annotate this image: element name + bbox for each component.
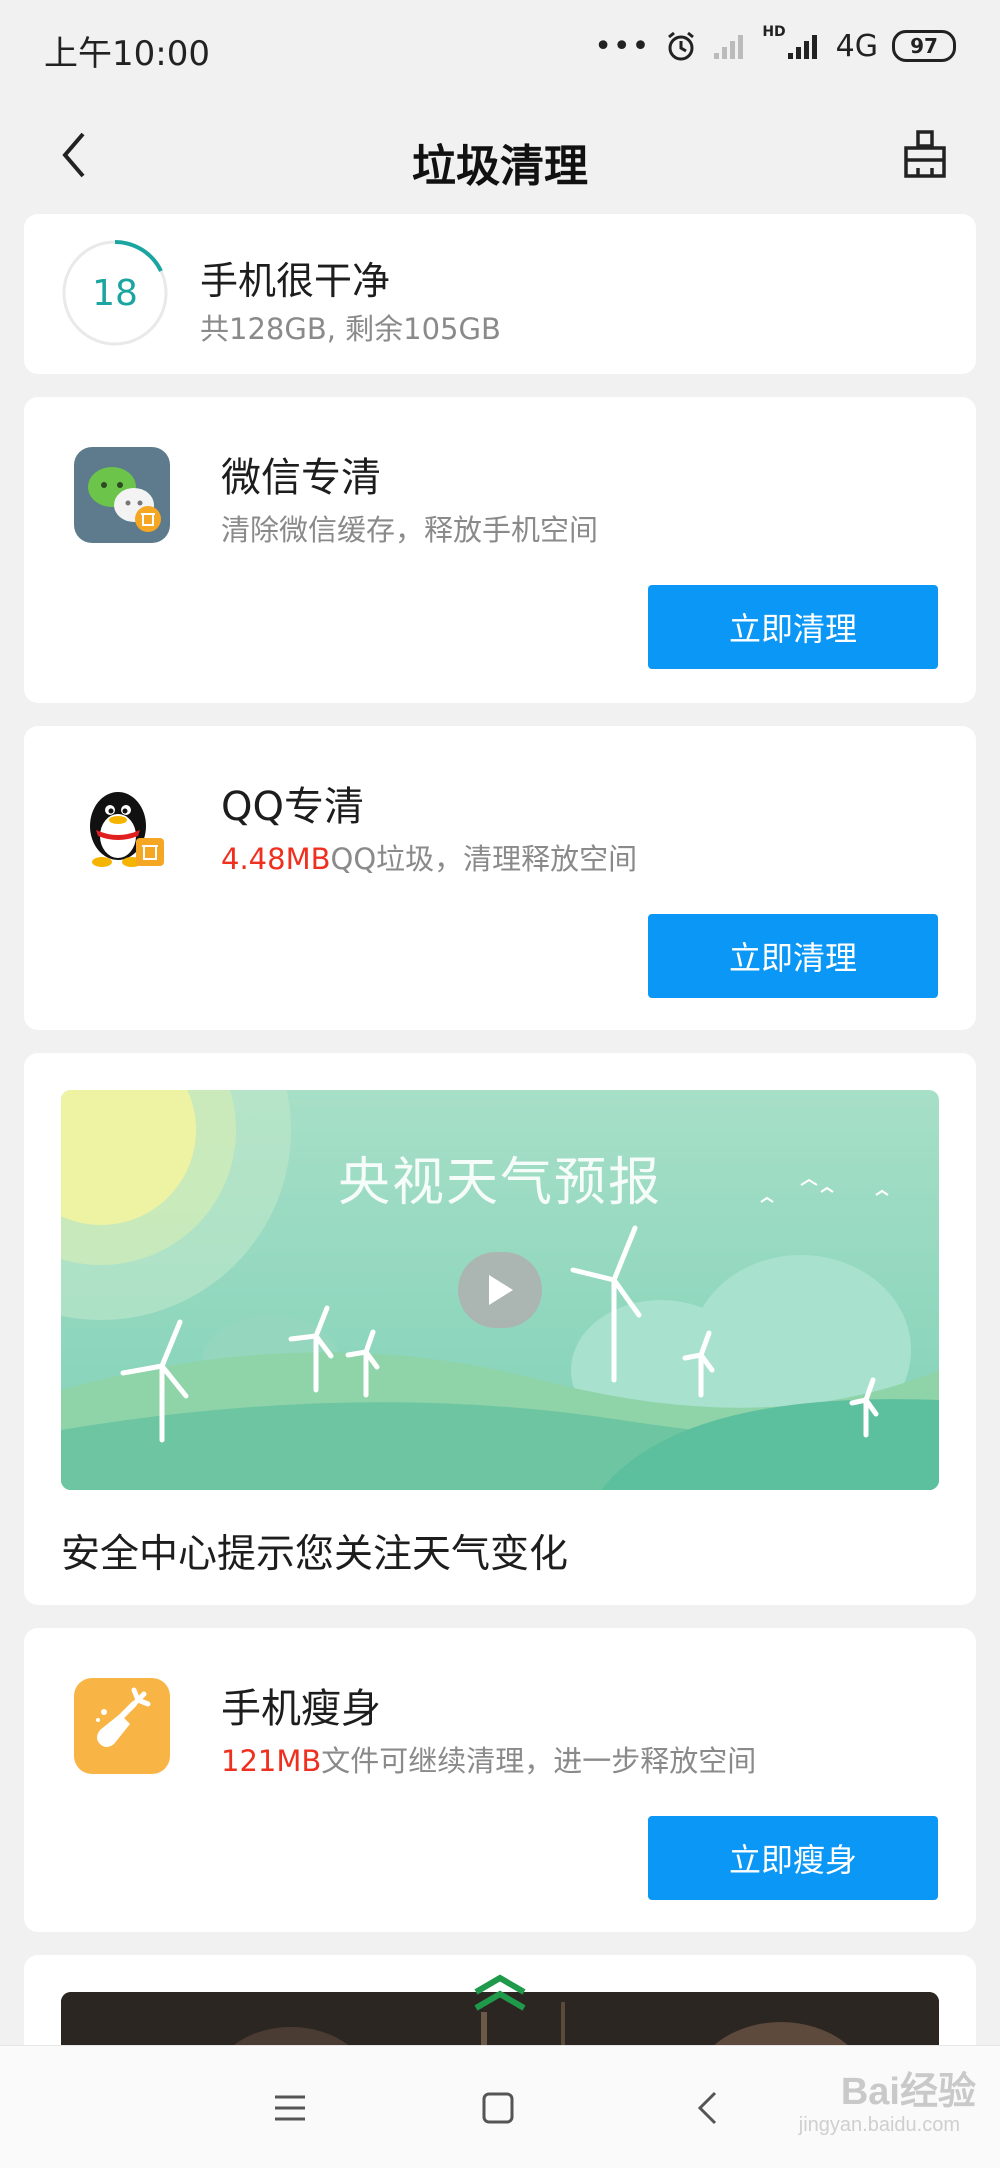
home-button[interactable] bbox=[466, 2076, 530, 2140]
slim-card-subtitle: 121MB文件可继续清理，进一步释放空间 bbox=[221, 1738, 756, 1780]
alarm-icon bbox=[668, 31, 695, 61]
baidu-watermark-url: jingyan.baidu.com bbox=[798, 2114, 960, 2136]
baidu-watermark: Bai经验 bbox=[840, 2071, 976, 2113]
video-caption: 安全中心提示您关注天气变化 bbox=[61, 1532, 569, 1577]
more-dots-icon: ••• bbox=[594, 28, 651, 64]
video-thumbnail[interactable]: 央视天气预报 bbox=[61, 1090, 939, 1490]
wechat-card-subtitle: 清除微信缓存，释放手机空间 bbox=[221, 513, 599, 547]
title-bar: 垃圾清理 bbox=[0, 90, 1000, 220]
shovel-icon bbox=[74, 1678, 170, 1774]
menu-icon bbox=[275, 2095, 305, 2121]
battery-icon: 97 bbox=[892, 30, 956, 62]
wechat-card-title: 微信专清 bbox=[221, 455, 381, 501]
scroll-up-chevron-icon[interactable] bbox=[470, 1970, 530, 2020]
wechat-clean-icon bbox=[74, 447, 170, 543]
slim-card-subtitle-text: 文件可继续清理，进一步释放空间 bbox=[321, 1744, 757, 1778]
battery-level: 97 bbox=[910, 34, 938, 58]
nav-back-button[interactable] bbox=[675, 2076, 739, 2140]
signal-strong-icon bbox=[787, 35, 817, 59]
score-value: 18 bbox=[92, 272, 138, 314]
broom-icon bbox=[904, 130, 946, 178]
play-icon bbox=[489, 1275, 513, 1305]
wechat-clean-button[interactable]: 立即清理 bbox=[648, 585, 938, 669]
nav-back-icon bbox=[697, 2091, 717, 2125]
storage-detail: 共128GB, 剩余105GB bbox=[200, 312, 501, 346]
qq-clean-button[interactable]: 立即清理 bbox=[648, 914, 938, 998]
qq-card-subtitle: 4.48MBQQ垃圾，清理释放空间 bbox=[221, 836, 637, 878]
weather-video-card[interactable]: 央视天气预报 安全中心提示您关注天气变化 bbox=[24, 1053, 976, 1605]
phone-slim-card: 手机瘦身 121MB文件可继续清理，进一步释放空间 立即瘦身 bbox=[24, 1628, 976, 1932]
network-type: 4G bbox=[835, 28, 878, 64]
status-bar: 上午10:00 ••• HD 4G 97 bbox=[0, 0, 1000, 90]
status-icons: ••• HD 4G 97 bbox=[594, 24, 956, 68]
qq-card-title: QQ专清 bbox=[221, 784, 364, 830]
play-button[interactable] bbox=[458, 1252, 542, 1328]
slim-file-amount: 121MB bbox=[221, 1744, 322, 1778]
qq-clean-icon bbox=[74, 776, 170, 872]
hd-badge: HD bbox=[762, 24, 786, 40]
menu-button[interactable] bbox=[258, 2076, 322, 2140]
signal-weak-icon bbox=[714, 35, 744, 59]
home-square-icon bbox=[482, 2092, 514, 2124]
storage-status-title: 手机很干净 bbox=[200, 259, 391, 303]
video-title: 央视天气预报 bbox=[337, 1153, 662, 1213]
broom-button[interactable] bbox=[890, 110, 960, 200]
page-title: 垃圾清理 bbox=[412, 141, 588, 192]
slim-button[interactable]: 立即瘦身 bbox=[648, 1816, 938, 1900]
slim-card-title: 手机瘦身 bbox=[221, 1686, 381, 1732]
qq-card-subtitle-text: QQ垃圾，清理释放空间 bbox=[330, 842, 638, 876]
wechat-clean-card: 微信专清 清除微信缓存，释放手机空间 立即清理 bbox=[24, 397, 976, 703]
qq-clean-card: QQ专清 4.48MBQQ垃圾，清理释放空间 立即清理 bbox=[24, 726, 976, 1030]
navigation-bar: Bai经验 jingyan.baidu.com bbox=[0, 2045, 1000, 2168]
storage-status-card[interactable]: 18 手机很干净 共128GB, 剩余105GB bbox=[24, 214, 976, 374]
qq-junk-amount: 4.48MB bbox=[221, 842, 331, 876]
status-time: 上午10:00 bbox=[44, 34, 210, 74]
